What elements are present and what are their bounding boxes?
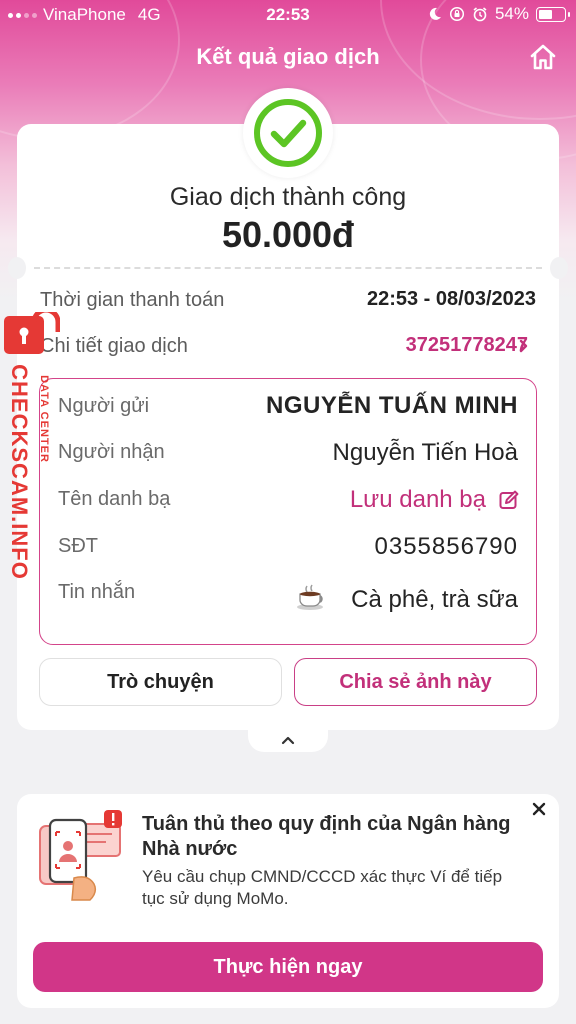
card-notch-right	[550, 257, 568, 279]
receiver-label: Người nhận	[58, 441, 165, 463]
proceed-now-button[interactable]: Thực hiện ngay	[33, 942, 543, 992]
check-circle-icon	[254, 99, 322, 167]
close-icon[interactable]	[528, 798, 550, 820]
coffee-icon	[297, 584, 323, 610]
watermark-text: CHECKSCAM.INFO	[7, 364, 32, 580]
orientation-lock-icon	[449, 6, 465, 22]
success-badge	[243, 88, 333, 178]
moon-icon	[429, 7, 441, 20]
phone-value: 0355856790	[374, 533, 518, 560]
page-title: Kết quả giao dịch	[196, 44, 380, 69]
edit-icon[interactable]	[498, 489, 520, 511]
sender-value: NGUYỄN TUẤN MINH	[266, 392, 518, 419]
banner-description: Yêu cầu chụp CMND/CCCD xác thực Ví để ti…	[142, 867, 503, 908]
chevron-right-icon[interactable]	[518, 336, 530, 356]
home-icon[interactable]	[528, 42, 558, 72]
status-bar: VinaPhone 4G 22:53 54%	[0, 0, 576, 30]
receiver-value: Nguyễn Tiến Hoà	[332, 439, 518, 466]
chevron-up-icon	[281, 736, 295, 745]
transaction-status: Giao dịch thành công	[169, 183, 407, 211]
contact-name-label: Tên danh bạ	[58, 488, 171, 510]
sender-label: Người gửi	[58, 395, 150, 417]
chat-button[interactable]: Trò chuyện	[39, 658, 282, 706]
card-notch-left	[8, 257, 26, 279]
alarm-icon	[473, 7, 487, 22]
watermark-subtext: DATA CENTER	[38, 375, 50, 463]
message-label: Tin nhắn	[58, 581, 136, 603]
receipt-divider	[34, 267, 542, 269]
payment-time-label: Thời gian thanh toán	[40, 289, 225, 311]
collapse-toggle[interactable]	[248, 728, 328, 752]
battery-percent: 54%	[494, 4, 529, 23]
payment-time-value: 22:53 - 08/03/2023	[366, 288, 536, 310]
lock-watermark-icon	[4, 312, 60, 354]
id-verification-illustration	[39, 810, 122, 901]
transaction-id-link[interactable]: 37251778247	[406, 334, 528, 357]
transaction-detail-label: Chi tiết giao dịch	[40, 335, 188, 357]
save-contact-link[interactable]: Lưu danh bạ	[350, 486, 486, 514]
battery-icon	[536, 6, 570, 22]
transaction-amount: 50.000đ	[221, 214, 355, 255]
banner-title: Tuân thủ theo quy định của Ngân hàng Nhà…	[142, 813, 511, 860]
phone-label: SĐT	[58, 535, 98, 557]
message-value: Cà phê, trà sữa	[351, 586, 518, 613]
share-image-button[interactable]: Chia sẻ ảnh này	[294, 658, 537, 706]
